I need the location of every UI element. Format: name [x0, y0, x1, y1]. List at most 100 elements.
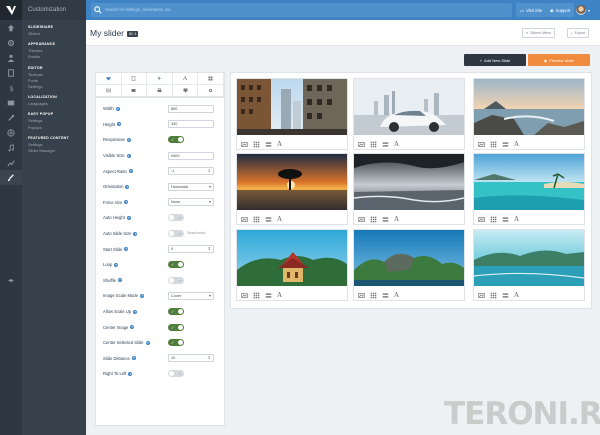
slide-card[interactable]: A — [236, 153, 348, 225]
slide-card[interactable]: A — [473, 229, 585, 301]
collapse-sidebar-icon[interactable]: ◂▸ — [5, 276, 17, 284]
layers-icon[interactable] — [265, 216, 272, 223]
text-input[interactable]: 800 — [168, 104, 214, 113]
rail-media-icon[interactable] — [0, 95, 22, 110]
logo[interactable] — [0, 0, 22, 20]
help-icon[interactable]: ? — [130, 325, 135, 330]
select-dropdown[interactable]: None — [168, 198, 214, 207]
slide-card[interactable]: A — [236, 229, 348, 301]
image-icon[interactable] — [478, 141, 485, 148]
image-icon[interactable] — [478, 292, 485, 299]
help-icon[interactable]: ? — [145, 340, 150, 345]
toggle-switch[interactable]: ✓ — [168, 261, 184, 269]
grid-icon[interactable] — [490, 141, 497, 148]
help-icon[interactable]: ? — [126, 215, 131, 220]
image-icon[interactable] — [358, 141, 365, 148]
rail-globe-icon[interactable] — [0, 125, 22, 140]
slide-card[interactable]: A — [353, 229, 465, 301]
toggle-switch[interactable]: ✓ — [168, 323, 184, 331]
submenu-item[interactable]: Slider Manager — [28, 148, 86, 154]
rail-tools-icon[interactable] — [0, 110, 22, 125]
rail-pages-icon[interactable] — [0, 65, 22, 80]
tab-thumbnails[interactable] — [198, 73, 224, 85]
layers-icon[interactable] — [382, 141, 389, 148]
tab-layout[interactable] — [121, 73, 148, 85]
image-icon[interactable] — [241, 292, 248, 299]
layers-icon[interactable] — [382, 216, 389, 223]
help-icon[interactable]: ? — [128, 371, 133, 376]
help-icon[interactable]: ? — [133, 231, 138, 236]
slide-card[interactable]: A — [236, 78, 348, 150]
image-icon[interactable] — [358, 216, 365, 223]
tab-navigation[interactable] — [147, 73, 173, 85]
grid-icon[interactable] — [253, 216, 260, 223]
help-icon[interactable]: ? — [126, 153, 131, 158]
slide-cloudy-sea-thumbnail[interactable] — [353, 154, 465, 212]
help-icon[interactable]: ? — [124, 200, 129, 205]
toggle-switch[interactable]: × — [168, 276, 184, 284]
font-icon[interactable]: A — [514, 140, 519, 148]
slide-green-cliffs-thumbnail[interactable] — [354, 230, 464, 288]
image-icon[interactable] — [358, 292, 365, 299]
slide-rocky-coast-thumbnail[interactable] — [474, 79, 584, 137]
number-stepper[interactable]: 0 — [168, 245, 214, 254]
toggle-switch[interactable]: ✓ — [168, 308, 184, 316]
visit-site-button[interactable]: ▭ Visit Site — [516, 3, 547, 17]
layers-icon[interactable] — [265, 292, 272, 299]
help-icon[interactable]: ? — [139, 293, 144, 298]
rail-music-icon[interactable] — [0, 140, 22, 155]
export-button[interactable]: ⤓ Export — [567, 28, 589, 38]
slide-card[interactable]: A — [473, 78, 585, 150]
slide-sunset-tree-thumbnail[interactable] — [237, 154, 347, 212]
slide-city-street-thumbnail[interactable] — [237, 79, 347, 137]
slide-card[interactable]: A — [353, 78, 465, 150]
font-icon[interactable]: A — [394, 291, 399, 299]
preview-slider-button[interactable]: ◉ Preview slider — [528, 54, 590, 66]
rail-settings-icon[interactable] — [0, 35, 22, 50]
grid-icon[interactable] — [370, 141, 377, 148]
help-icon[interactable]: ? — [117, 278, 122, 283]
select-dropdown[interactable]: Cover — [168, 291, 214, 300]
image-icon[interactable] — [478, 216, 485, 223]
image-icon[interactable] — [241, 141, 248, 148]
help-icon[interactable]: ? — [115, 106, 120, 111]
tab-general[interactable] — [96, 73, 122, 85]
slide-card[interactable]: A — [473, 153, 585, 225]
slide-lake-hills-thumbnail[interactable] — [473, 230, 585, 288]
number-stepper[interactable]: -1 — [168, 167, 214, 176]
font-icon[interactable]: A — [277, 215, 282, 223]
font-icon[interactable]: A — [277, 140, 282, 148]
help-icon[interactable]: ? — [131, 356, 136, 361]
slide-card[interactable]: A — [353, 153, 465, 225]
layers-icon[interactable] — [382, 292, 389, 299]
tab-gallery[interactable] — [121, 85, 148, 97]
help-icon[interactable]: ? — [133, 309, 138, 314]
tab-display[interactable] — [172, 85, 199, 97]
grid-icon[interactable] — [370, 292, 377, 299]
help-icon[interactable]: ? — [124, 247, 129, 252]
toggle-switch[interactable]: × — [168, 370, 184, 378]
font-icon[interactable]: A — [277, 291, 282, 299]
rail-users-icon[interactable] — [0, 50, 22, 65]
grid-icon[interactable] — [490, 216, 497, 223]
select-dropdown[interactable]: Horizontal — [168, 182, 214, 191]
font-icon[interactable]: A — [394, 140, 399, 148]
slide-temple-roof-thumbnail[interactable] — [237, 230, 347, 288]
tab-advanced[interactable] — [198, 85, 224, 97]
number-stepper[interactable]: 10 — [168, 354, 214, 363]
text-input[interactable]: 9400 — [168, 151, 214, 160]
toggle-switch[interactable]: × — [168, 230, 184, 238]
search-input[interactable]: Search for settings, documents, etc — [91, 3, 512, 17]
user-menu[interactable]: ▾ — [576, 3, 596, 17]
sliders-menu-button[interactable]: ≡ Sliders Menu — [522, 28, 556, 38]
font-icon[interactable]: A — [514, 215, 519, 223]
layers-icon[interactable] — [502, 141, 509, 148]
rail-chart-icon[interactable] — [0, 155, 22, 170]
font-icon[interactable]: A — [514, 291, 519, 299]
help-icon[interactable]: ? — [128, 169, 133, 174]
tab-typography[interactable]: A — [172, 73, 199, 85]
toggle-switch[interactable]: ✓ — [168, 136, 184, 144]
rail-dollar-icon[interactable]: $ — [0, 80, 22, 95]
grid-icon[interactable] — [370, 216, 377, 223]
grid-icon[interactable] — [253, 292, 260, 299]
